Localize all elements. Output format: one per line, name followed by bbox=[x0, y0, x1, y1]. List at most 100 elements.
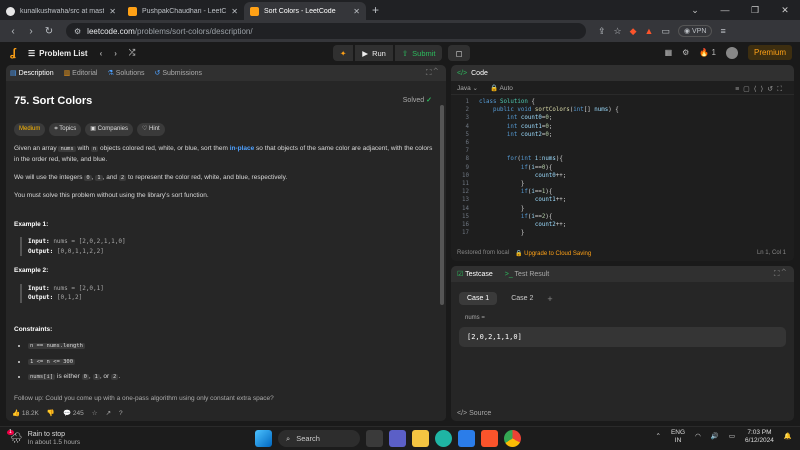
code-line: 2 public void sortColors(int[] nums) { bbox=[451, 106, 794, 114]
next-problem-icon[interactable]: › bbox=[114, 49, 117, 58]
code-editor[interactable]: 1 class Solution { 2 public void sortColo… bbox=[451, 95, 794, 237]
layout-icon[interactable]: ▦ bbox=[665, 48, 673, 57]
companies-tag[interactable]: ▣ Companies bbox=[85, 122, 133, 137]
input-label: Input: bbox=[28, 284, 50, 292]
case-2-tab[interactable]: Case 2 bbox=[503, 292, 541, 305]
description-footer: 👍 18.2K 👎 💬 245 ☆ ↗ ? bbox=[6, 405, 446, 421]
problem-list-nav[interactable]: ☰ Problem List ‹ › ⤮ bbox=[28, 48, 135, 58]
rewards-icon[interactable]: ▲ bbox=[645, 26, 654, 36]
upgrade-link[interactable]: 🔒 Upgrade to Cloud Saving bbox=[515, 250, 591, 257]
run-button[interactable]: ▶ Run bbox=[355, 45, 393, 61]
dislike-icon[interactable]: 👎 bbox=[47, 409, 55, 417]
code-line: 17 } bbox=[451, 229, 794, 237]
leetcode-logo[interactable]: ʆ bbox=[10, 47, 16, 59]
shuffle-icon[interactable]: ⤮ bbox=[129, 48, 135, 58]
tab-search-icon[interactable]: ⌄ bbox=[680, 5, 710, 16]
maximize-icon[interactable]: ❐ bbox=[740, 5, 770, 16]
tab-testcase[interactable]: ☑ Testcase bbox=[457, 270, 493, 278]
minimize-icon[interactable]: — bbox=[710, 5, 740, 15]
example-output: [0,0,1,1,2,2] bbox=[56, 247, 104, 255]
taskbar-search[interactable]: ⌕ Search bbox=[278, 430, 360, 447]
notification-icon[interactable]: 🔔 bbox=[784, 433, 792, 441]
text: We will use the integers bbox=[14, 173, 85, 181]
chrome-icon[interactable] bbox=[504, 430, 521, 447]
share-icon[interactable]: ⇪ bbox=[598, 26, 606, 37]
like-button[interactable]: 👍 18.2K bbox=[12, 409, 39, 417]
file-explorer-icon[interactable] bbox=[412, 430, 429, 447]
back-icon[interactable]: ‹ bbox=[4, 26, 22, 37]
language-select[interactable]: Java ⌄ bbox=[457, 84, 478, 92]
star-icon[interactable]: ☆ bbox=[92, 409, 98, 417]
language-indicator[interactable]: ENG IN bbox=[671, 429, 685, 445]
task-view-icon[interactable] bbox=[366, 430, 383, 447]
code-line: 4 int count1=0; bbox=[451, 123, 794, 131]
tray-overflow-icon[interactable]: ⌃ bbox=[656, 433, 661, 441]
avatar[interactable] bbox=[725, 46, 738, 59]
scrollbar[interactable] bbox=[440, 105, 444, 305]
browser-tab[interactable]: kunalkushwaha/src at master · Pusho ✕ bbox=[0, 2, 122, 20]
topics-tag[interactable]: ⌗ Topics bbox=[49, 122, 82, 137]
description-tabs: ▤ Description ▥ Editorial ⚗ Solutions ↺ … bbox=[6, 65, 446, 81]
tab-submissions[interactable]: ↺ Submissions bbox=[155, 69, 203, 77]
testcase-input[interactable]: [2,0,2,1,1,0] bbox=[459, 327, 786, 347]
forward-icon[interactable]: › bbox=[22, 26, 40, 37]
menu-icon[interactable]: ≡ bbox=[720, 26, 725, 36]
comment-button[interactable]: 💬 245 bbox=[63, 409, 84, 417]
site-info-icon[interactable]: ⚙ bbox=[74, 27, 81, 36]
edge-icon[interactable] bbox=[435, 430, 452, 447]
settings-icon[interactable]: ⚙ bbox=[682, 48, 689, 57]
close-window-icon[interactable]: ✕ bbox=[770, 5, 800, 16]
tab-test-result[interactable]: >_ Test Result bbox=[505, 271, 549, 278]
problem-title[interactable]: 75. Sort Colors bbox=[14, 93, 438, 111]
streak-counter[interactable]: 🔥 1 bbox=[699, 48, 716, 57]
brave-shield-icon[interactable]: ◆ bbox=[630, 26, 637, 37]
case-1-tab[interactable]: Case 1 bbox=[459, 292, 498, 305]
tab-editorial[interactable]: ▥ Editorial bbox=[64, 69, 98, 77]
panel-controls[interactable]: ⛶ ⌃ bbox=[426, 68, 438, 78]
in-place-link[interactable]: in-place bbox=[230, 145, 255, 152]
close-tab-icon[interactable]: ✕ bbox=[353, 7, 360, 16]
close-tab-icon[interactable]: ✕ bbox=[109, 7, 116, 16]
testcase-tabs: ☑ Testcase >_ Test Result bbox=[451, 266, 794, 282]
tab-description[interactable]: ▤ Description bbox=[10, 69, 54, 77]
store-icon[interactable] bbox=[458, 430, 475, 447]
browser-tab[interactable]: PushpakChaudhari - LeetCode Profil ✕ bbox=[122, 2, 244, 20]
code-line: 5 int count2=0; bbox=[451, 131, 794, 139]
wifi-icon[interactable]: ◠ bbox=[695, 433, 701, 441]
help-icon[interactable]: ? bbox=[119, 410, 123, 417]
submit-button[interactable]: ⇧ Submit bbox=[394, 45, 443, 61]
source-link[interactable]: </> Source bbox=[457, 410, 491, 417]
clock[interactable]: 7:03 PM 6/12/2024 bbox=[745, 429, 774, 445]
weather-subtitle: In about 1.5 hours bbox=[27, 438, 81, 446]
hint-tag[interactable]: ♡ Hint bbox=[137, 122, 165, 137]
prev-problem-icon[interactable]: ‹ bbox=[100, 49, 103, 58]
difficulty-badge[interactable]: Medium bbox=[14, 122, 46, 137]
premium-button[interactable]: Premium bbox=[747, 45, 792, 60]
editor-tools[interactable]: ≡▢⟨⟩↺⛶ bbox=[735, 85, 786, 94]
teams-icon[interactable] bbox=[389, 430, 406, 447]
bookmark-icon[interactable]: ☆ bbox=[614, 26, 622, 37]
add-case-button[interactable]: + bbox=[547, 294, 552, 304]
brave-icon[interactable] bbox=[481, 430, 498, 447]
debug-button[interactable]: ✦ bbox=[333, 45, 354, 61]
tab-label: Description bbox=[18, 70, 54, 77]
sidebar-icon[interactable]: ▭ bbox=[661, 26, 670, 37]
line-number: 4 bbox=[465, 123, 470, 130]
tab-solutions[interactable]: ⚗ Solutions bbox=[107, 69, 144, 77]
browser-tab-active[interactable]: Sort Colors - LeetCode ✕ bbox=[244, 2, 366, 20]
new-tab-button[interactable]: + bbox=[372, 3, 379, 17]
weather-widget[interactable]: 🌧 1 Rain to stop In about 1.5 hours bbox=[7, 429, 81, 447]
volume-icon[interactable]: 🔊 bbox=[711, 433, 719, 441]
example-input: nums = [2,0,2,1,1,0] bbox=[53, 238, 126, 246]
panel-controls[interactable]: ⛶ ⌃ bbox=[774, 269, 786, 279]
close-tab-icon[interactable]: ✕ bbox=[231, 7, 238, 16]
auto-mode[interactable]: 🔒 Auto bbox=[490, 84, 513, 92]
vpn-button[interactable]: ◉ VPN bbox=[677, 25, 713, 37]
start-icon[interactable] bbox=[255, 430, 272, 447]
battery-icon[interactable]: ▭ bbox=[729, 433, 735, 441]
notes-button[interactable]: ▢ bbox=[448, 45, 470, 61]
code-header: </> Code bbox=[451, 65, 794, 81]
share-icon[interactable]: ↗ bbox=[106, 409, 111, 417]
reload-icon[interactable]: ↻ bbox=[40, 26, 58, 37]
url-bar[interactable]: ⚙ leetcode.com/problems/sort-colors/desc… bbox=[66, 23, 586, 39]
